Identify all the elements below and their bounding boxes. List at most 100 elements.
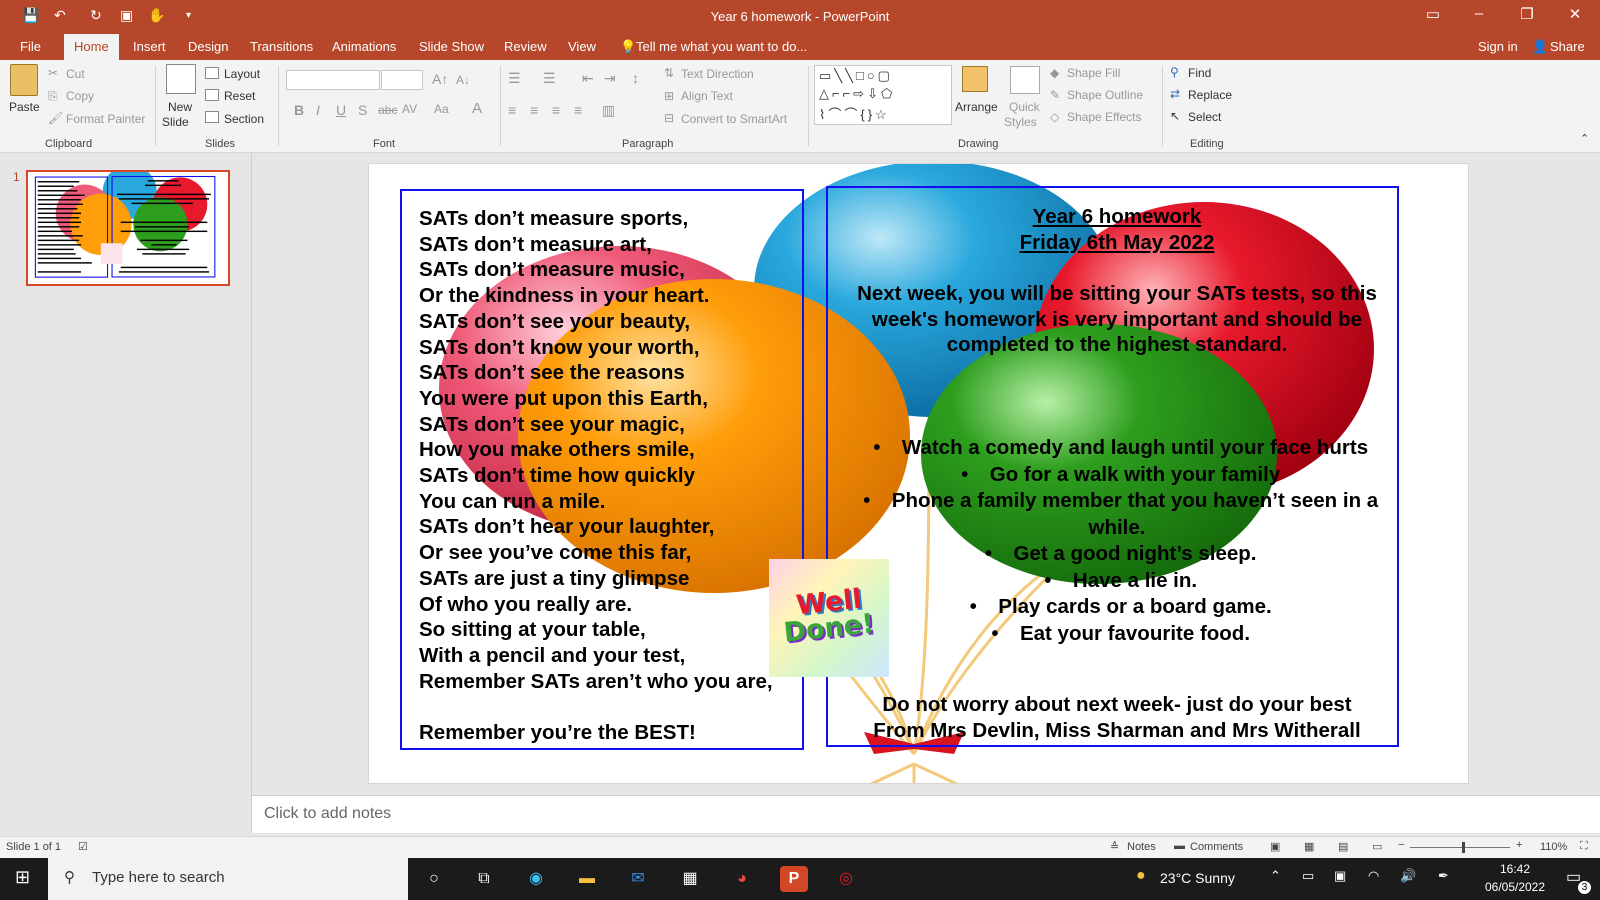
file-explorer-icon[interactable]: ▬: [573, 866, 601, 892]
shape-outline-button[interactable]: Shape Outline: [1067, 88, 1143, 102]
tab-animations[interactable]: Animations: [332, 39, 396, 54]
new-slide-icon[interactable]: [166, 64, 196, 94]
close-button[interactable]: ✕: [1552, 5, 1598, 29]
tell-me-box[interactable]: Tell me what you want to do...: [636, 39, 807, 54]
columns-icon[interactable]: ▥: [602, 102, 615, 119]
tab-file[interactable]: File: [20, 39, 41, 54]
font-color-icon[interactable]: A: [472, 100, 482, 117]
tab-review[interactable]: Review: [504, 39, 547, 54]
clock-date[interactable]: 06/05/2022: [1474, 880, 1556, 894]
arrange-icon[interactable]: [962, 66, 988, 92]
task-view-icon[interactable]: ⧉: [470, 866, 498, 892]
tab-slide-show[interactable]: Slide Show: [419, 39, 484, 54]
font-size-input[interactable]: [381, 70, 423, 90]
notes-pane[interactable]: Click to add notes: [252, 795, 1600, 833]
spell-check-icon[interactable]: ☑: [78, 840, 88, 853]
store-icon[interactable]: ▦: [676, 866, 704, 892]
quick-styles-icon[interactable]: [1010, 66, 1040, 94]
notes-button[interactable]: Notes: [1127, 841, 1156, 853]
normal-view-icon[interactable]: ▣: [1270, 840, 1280, 853]
italic-icon[interactable]: I: [316, 102, 320, 118]
align-center-icon[interactable]: ≡: [530, 102, 538, 118]
collapse-ribbon-icon[interactable]: ⌃: [1580, 132, 1589, 145]
wifi-icon[interactable]: ◠: [1368, 868, 1379, 884]
weather-text[interactable]: 23°C Sunny: [1160, 870, 1235, 886]
section-button[interactable]: Section: [224, 112, 264, 126]
zoom-slider-thumb[interactable]: [1462, 842, 1465, 853]
tab-view[interactable]: View: [568, 39, 596, 54]
bullets-icon[interactable]: ☰: [508, 70, 521, 87]
windows-start-icon[interactable]: ⊞: [15, 867, 30, 888]
font-name-input[interactable]: [286, 70, 380, 90]
cortana-icon[interactable]: ○: [420, 866, 448, 892]
arrange-button[interactable]: Arrange: [955, 100, 998, 114]
underline-icon[interactable]: U: [336, 102, 346, 118]
find-button[interactable]: Find: [1188, 66, 1211, 80]
justify-icon[interactable]: ≡: [574, 102, 582, 118]
restore-button[interactable]: ❐: [1504, 5, 1550, 29]
meet-now-icon[interactable]: ▣: [1334, 868, 1346, 884]
sign-in-link[interactable]: Sign in: [1478, 39, 1518, 54]
character-spacing-icon[interactable]: AV: [402, 102, 417, 116]
taskbar-search[interactable]: ⚲ Type here to search: [48, 858, 408, 900]
format-painter-button[interactable]: Format Painter: [66, 112, 145, 126]
comments-button[interactable]: Comments: [1190, 841, 1243, 853]
line-spacing-icon[interactable]: ↕: [632, 70, 639, 86]
zoom-in-icon[interactable]: +: [1516, 839, 1522, 851]
screen-recorder-icon[interactable]: ◎: [832, 866, 860, 892]
tab-insert[interactable]: Insert: [133, 39, 166, 54]
show-hidden-icons-icon[interactable]: ⌃: [1270, 868, 1281, 884]
align-left-icon[interactable]: ≡: [508, 102, 516, 118]
fit-to-window-icon[interactable]: ⛶: [1580, 840, 1588, 853]
shadow-icon[interactable]: S: [358, 102, 367, 118]
clock-time[interactable]: 16:42: [1480, 862, 1550, 876]
convert-smartart-button[interactable]: Convert to SmartArt: [681, 112, 787, 126]
decrease-indent-icon[interactable]: ⇤: [582, 70, 594, 87]
ribbon-display-options-icon[interactable]: ▭: [1410, 5, 1456, 29]
increase-font-icon[interactable]: A↑: [432, 71, 448, 87]
zoom-level[interactable]: 110%: [1540, 841, 1567, 853]
align-text-button[interactable]: Align Text: [681, 89, 733, 103]
select-button[interactable]: Select: [1188, 110, 1221, 124]
reading-view-icon[interactable]: ▤: [1338, 840, 1348, 853]
copy-button[interactable]: Copy: [66, 89, 94, 103]
volume-icon[interactable]: 🔊: [1400, 868, 1416, 884]
zoom-out-icon[interactable]: −: [1398, 839, 1404, 851]
paste-button[interactable]: Paste: [9, 100, 40, 114]
zoom-slider[interactable]: [1410, 847, 1510, 848]
mail-icon[interactable]: ✉: [624, 866, 652, 892]
powerpoint-taskbar-icon[interactable]: P: [780, 866, 808, 892]
slide-thumbnail[interactable]: [26, 170, 230, 286]
pen-icon[interactable]: ✒: [1438, 868, 1449, 884]
replace-button[interactable]: Replace: [1188, 88, 1232, 102]
reset-button[interactable]: Reset: [224, 89, 255, 103]
battery-icon[interactable]: ▭: [1302, 868, 1314, 884]
shape-fill-button[interactable]: Shape Fill: [1067, 66, 1120, 80]
new-slide-button[interactable]: New: [168, 100, 192, 114]
tab-transitions[interactable]: Transitions: [250, 39, 313, 54]
numbering-icon[interactable]: ☰: [543, 70, 556, 87]
tab-home[interactable]: Home: [64, 34, 119, 60]
tab-design[interactable]: Design: [188, 39, 228, 54]
cut-button[interactable]: Cut: [66, 67, 85, 81]
increase-indent-icon[interactable]: ⇥: [604, 70, 616, 87]
quick-styles-button[interactable]: Quick: [1009, 100, 1040, 114]
poem-line: Of who you really are.: [419, 592, 633, 616]
align-right-icon[interactable]: ≡: [552, 102, 560, 118]
text-direction-button[interactable]: Text Direction: [681, 67, 754, 81]
weather-sun-icon: ●: [1136, 867, 1146, 884]
paste-icon[interactable]: [10, 64, 38, 96]
share-button[interactable]: Share: [1550, 39, 1585, 54]
layout-button[interactable]: Layout: [224, 67, 260, 81]
shapes-gallery[interactable]: ▭╲╲□○▢ △⌐⌐⇨⇩⬠ ⌇⌒⌒{}☆: [814, 65, 952, 125]
edge-icon[interactable]: ◉: [522, 866, 550, 892]
decrease-font-icon[interactable]: A↓: [456, 73, 470, 87]
shape-effects-button[interactable]: Shape Effects: [1067, 110, 1142, 124]
strikethrough-icon[interactable]: abc: [378, 103, 397, 117]
change-case-icon[interactable]: Aa: [434, 102, 449, 116]
bold-icon[interactable]: B: [294, 102, 304, 118]
slide-show-icon[interactable]: ▭: [1372, 840, 1382, 853]
chrome-icon[interactable]: ◕: [728, 866, 756, 892]
minimize-button[interactable]: –: [1456, 5, 1502, 29]
slide-sorter-icon[interactable]: ▦: [1304, 840, 1314, 853]
